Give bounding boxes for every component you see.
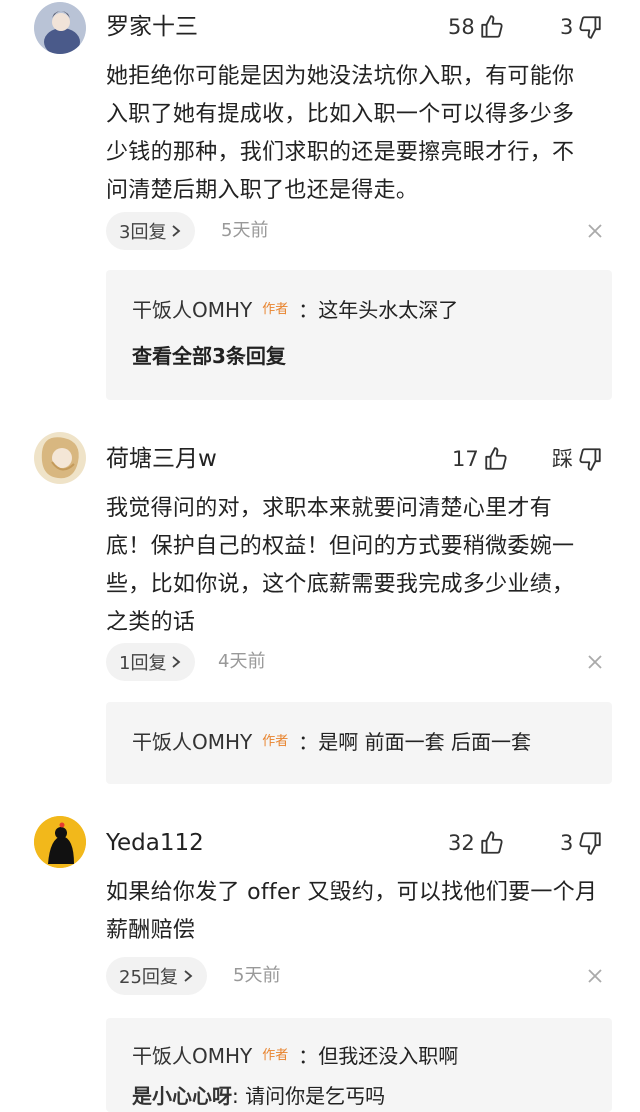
reply-item[interactable]: 干饭人OMHY 作者 ：但我还没入职啊 [132, 1042, 458, 1070]
author-badge: 作者 [262, 1048, 289, 1063]
reply-item[interactable]: 干饭人OMHY 作者 ：是啊 前面一套 后面一套 [132, 728, 531, 756]
like-count: 32 [448, 831, 475, 855]
chevron-right-icon [170, 224, 182, 238]
username[interactable]: Yeda112 [106, 828, 204, 858]
reply-count-button[interactable]: 1回复 [106, 643, 196, 681]
reply-author[interactable]: 是小心心呀 [132, 1082, 232, 1110]
like-button[interactable]: 32 [448, 828, 505, 858]
thumbs-up-icon [483, 446, 509, 472]
reply-text: ：是啊 前面一套 后面一套 [298, 730, 531, 754]
dislike-button[interactable]: 踩 [552, 444, 603, 474]
dislike-button[interactable]: 3 [560, 12, 603, 42]
timestamp: 4天前 [218, 651, 266, 672]
like-count: 58 [448, 15, 475, 39]
reply-item[interactable]: 是小心心呀 : 请问你是乞丐吗 [132, 1082, 385, 1110]
reply-author[interactable]: 干饭人OMHY [132, 296, 252, 324]
thumbs-down-icon [577, 446, 603, 472]
close-icon[interactable] [586, 967, 604, 985]
reply-text: : 请问你是乞丐吗 [232, 1084, 386, 1108]
comment-text: 我觉得问的对，求职本来就要问清楚心里才有 底！保护自己的权益！但问的方式要稍微委… [106, 496, 575, 635]
view-all-replies-link[interactable]: 查看全部3条回复 [132, 342, 286, 370]
reply-count: 3回复 [119, 222, 167, 243]
reply-box: 干饭人OMHY 作者 ：是啊 前面一套 后面一套 [106, 702, 612, 784]
dislike-button[interactable]: 3 [560, 828, 603, 858]
avatar[interactable] [34, 816, 86, 868]
reply-item[interactable]: 干饭人OMHY 作者 ：这年头水太深了 [132, 296, 458, 324]
timestamp: 5天前 [233, 965, 281, 986]
username[interactable]: 荷塘三月w [106, 444, 217, 474]
close-icon[interactable] [586, 222, 604, 240]
chevron-right-icon [170, 655, 182, 669]
reply-count-button[interactable]: 25回复 [106, 957, 207, 995]
thumbs-up-icon [479, 14, 505, 40]
author-badge: 作者 [262, 302, 289, 317]
comment-text: 如果给你发了 offer 又毁约，可以找他们要一个月 薪酬赔偿 [106, 880, 598, 943]
dislike-count: 3 [560, 15, 574, 39]
reply-author[interactable]: 干饭人OMHY [132, 1042, 252, 1070]
reply-text: ：但我还没入职啊 [298, 1044, 459, 1068]
username[interactable]: 罗家十三 [106, 12, 198, 42]
author-badge: 作者 [262, 734, 289, 749]
dislike-label: 踩 [552, 447, 573, 471]
timestamp: 5天前 [221, 220, 269, 241]
thumbs-up-icon [479, 830, 505, 856]
thumbs-down-icon [577, 830, 603, 856]
avatar[interactable] [34, 2, 86, 54]
reply-count-button[interactable]: 3回复 [106, 212, 196, 250]
reply-box: 干饭人OMHY 作者 ：这年头水太深了 查看全部3条回复 [106, 270, 612, 400]
chevron-right-icon [182, 969, 194, 983]
like-button[interactable]: 17 [452, 444, 509, 474]
reply-text: ：这年头水太深了 [298, 298, 459, 322]
thumbs-down-icon [577, 14, 603, 40]
avatar[interactable] [34, 432, 86, 484]
reply-count: 25回复 [119, 967, 178, 988]
reply-box: 干饭人OMHY 作者 ：但我还没入职啊 是小心心呀 : 请问你是乞丐吗 [106, 1018, 612, 1112]
comment-text: 她拒绝你可能是因为她没法坑你入职，有可能你 入职了她有提成收，比如入职一个可以得… [106, 64, 575, 203]
dislike-count: 3 [560, 831, 574, 855]
like-count: 17 [452, 447, 479, 471]
close-icon[interactable] [586, 653, 604, 671]
reply-count: 1回复 [119, 653, 167, 674]
like-button[interactable]: 58 [448, 12, 505, 42]
reply-author[interactable]: 干饭人OMHY [132, 728, 252, 756]
